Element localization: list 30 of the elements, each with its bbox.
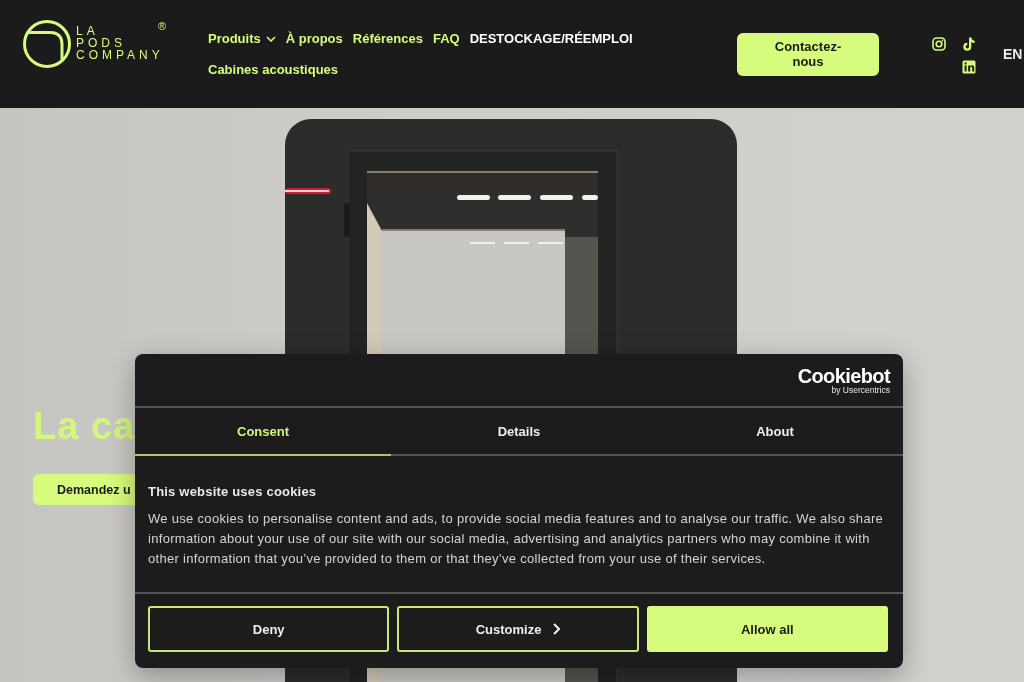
nav-link[interactable]: Références [352, 30, 423, 47]
dialog-tab[interactable]: About [647, 408, 903, 456]
nav-link[interactable]: DESTOCKAGE/RÉEMPLOI [469, 30, 633, 47]
chevron-down-icon [265, 35, 276, 42]
hero-title: La ca [33, 404, 136, 449]
brand-tagline: by Usercentrics [831, 385, 890, 395]
registered-mark: ® [157, 21, 166, 32]
logo-icon[interactable] [23, 20, 71, 68]
dialog-text: We use cookies to personalise content and ads, to provide social media features and to analyse our traffic. We also share information about your use of our site with our social media, advertising and analytics partners who may combine it with other information that you’ve provided to them or that they’ve collected from your use of their services. [148, 510, 885, 568]
cta-button[interactable]: Demandez u [33, 474, 135, 505]
nav-link[interactable]: FAQ [432, 30, 460, 47]
contact-button[interactable]: Contactez-nous [737, 32, 879, 76]
linkedin-icon[interactable] [962, 59, 976, 74]
logo-text: PODS [76, 37, 127, 49]
nav-link[interactable]: Produits [208, 30, 276, 47]
dialog-tab[interactable]: Consent [135, 408, 391, 456]
logo-text: LA [76, 25, 99, 37]
allow-button[interactable]: Allow all [646, 606, 888, 652]
instagram-icon[interactable] [932, 36, 946, 51]
dialog-title: This website uses cookies [148, 484, 317, 500]
dialog-button[interactable]: Customize [397, 606, 639, 652]
nav-link[interactable]: À propos [285, 30, 343, 47]
logo-text: COMPANY [76, 49, 165, 61]
nav-link[interactable]: Cabines acoustiques [208, 61, 339, 78]
language-link[interactable]: EN [1003, 46, 1023, 62]
chevron-right-icon [553, 623, 561, 635]
tiktok-icon[interactable] [962, 36, 976, 51]
brand-logo-text: Cookiebot [797, 365, 890, 386]
dialog-button[interactable]: Deny [148, 606, 390, 652]
dialog-tab[interactable]: Details [391, 408, 647, 456]
